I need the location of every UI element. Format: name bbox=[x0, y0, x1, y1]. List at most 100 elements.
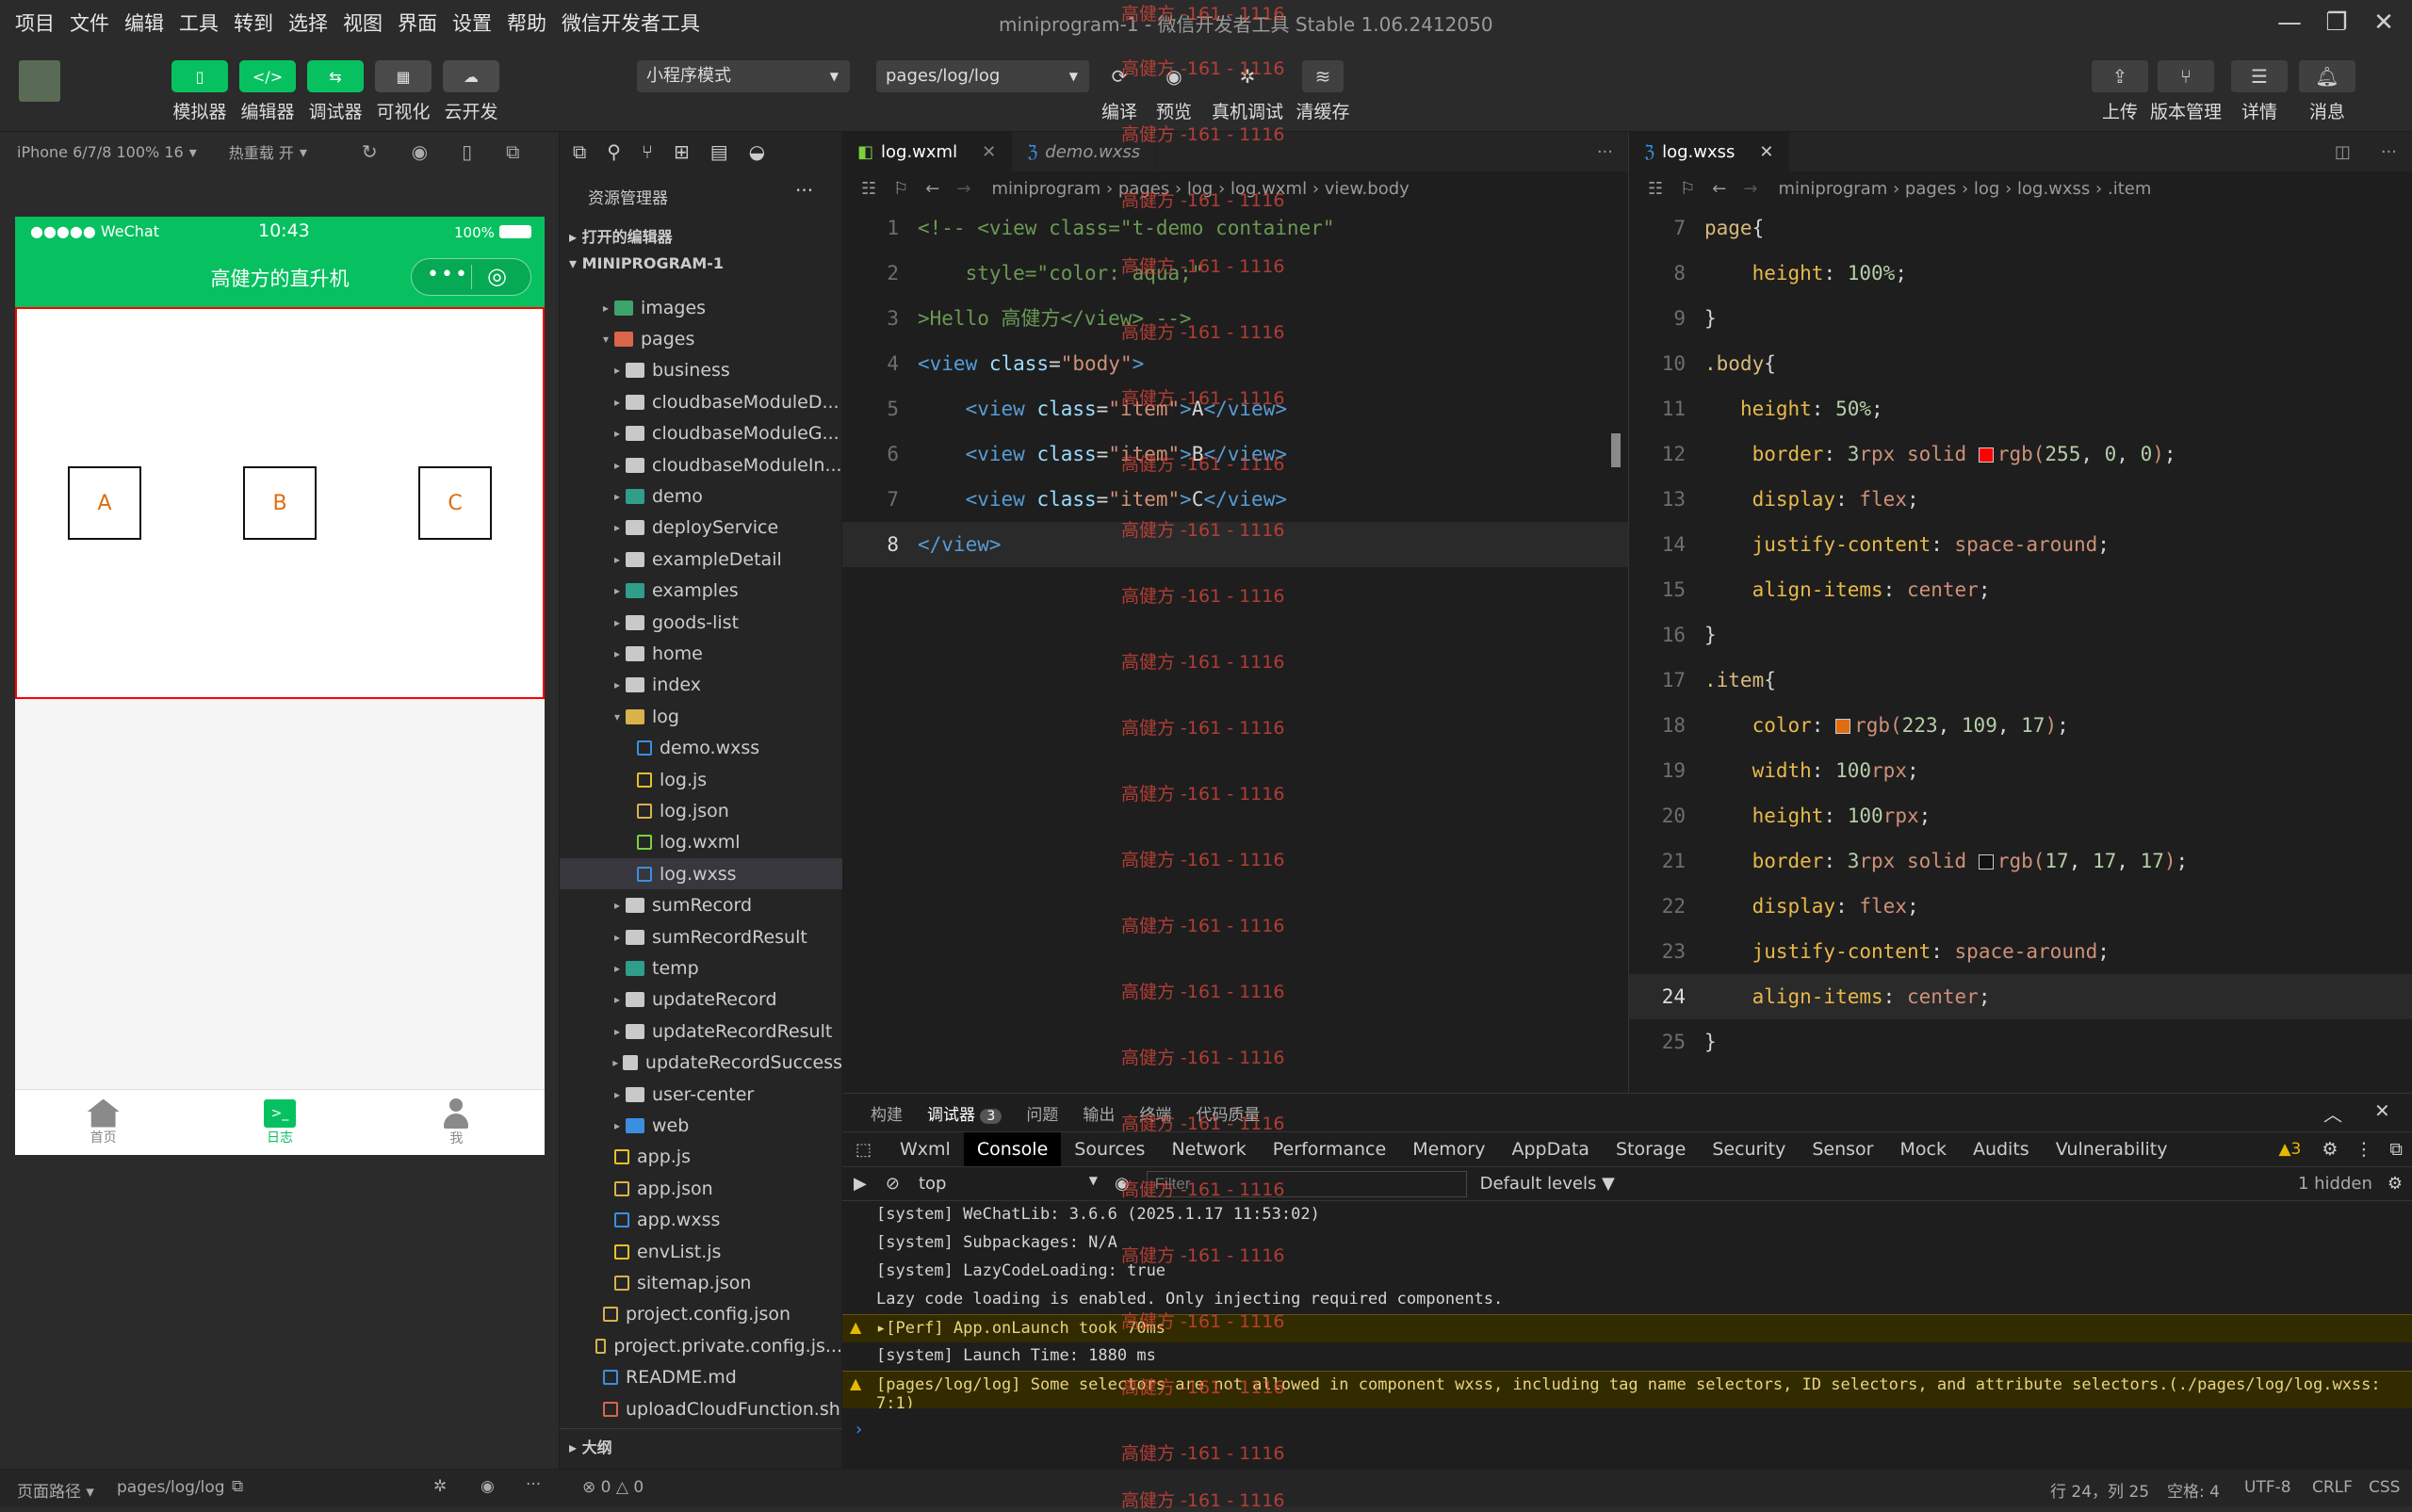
code-line[interactable]: 8 </view> bbox=[842, 522, 1628, 567]
eye-icon[interactable]: ◉ bbox=[481, 1477, 495, 1496]
tree-item[interactable]: ▸ web bbox=[560, 1110, 842, 1141]
chevron-right-icon[interactable]: ▸ bbox=[609, 647, 626, 660]
chevron-right-icon[interactable]: ▸ bbox=[609, 364, 626, 377]
phone-icon[interactable]: ▯ bbox=[462, 140, 472, 163]
outline-header[interactable]: ▸ 大纲 bbox=[560, 1428, 842, 1460]
mode-select[interactable]: 小程序模式 ▼ bbox=[637, 60, 850, 92]
tree-item[interactable]: ▸ sumRecord bbox=[560, 890, 842, 921]
code-area[interactable]: 7 page{8 height: 100%; 9} 10 .body{11 height… bbox=[1629, 205, 2412, 1091]
menu-item[interactable]: 微信开发者工具 bbox=[562, 8, 700, 37]
forward-icon[interactable]: → bbox=[956, 179, 970, 199]
code-line[interactable]: 13 display: flex; bbox=[1629, 477, 2412, 522]
extensions-icon[interactable]: ⊞ bbox=[674, 140, 690, 163]
tree-item[interactable]: log.js bbox=[560, 764, 842, 795]
tab-debugger[interactable]: 调试器 3 bbox=[927, 1101, 1002, 1125]
line-ending[interactable]: CRLF bbox=[2312, 1478, 2353, 1497]
chevron-down-icon[interactable]: ▾ bbox=[300, 143, 307, 161]
layout-icon[interactable]: ▤ bbox=[710, 140, 728, 163]
close-icon[interactable]: ✕ bbox=[982, 142, 996, 162]
code-line[interactable]: 10 .body{ bbox=[1629, 341, 2412, 386]
code-line[interactable]: 1 <!-- <view class="t-demo container" bbox=[842, 205, 1628, 251]
rotate-icon[interactable]: ↻ bbox=[362, 140, 378, 163]
encoding[interactable]: UTF-8 bbox=[2244, 1478, 2291, 1497]
tree-item[interactable]: log.wxml bbox=[560, 827, 842, 858]
code-line[interactable]: 24 align-items: center; bbox=[1629, 974, 2412, 1019]
breadcrumb-item[interactable]: log.wxss bbox=[2017, 179, 2090, 199]
tree-item[interactable]: log.wxss bbox=[560, 858, 842, 890]
code-line[interactable]: 2 style="color: aqua;" bbox=[842, 251, 1628, 296]
back-icon[interactable]: ← bbox=[1712, 179, 1726, 199]
breadcrumb-item[interactable]: miniprogram bbox=[1778, 179, 1887, 199]
console-prompt[interactable]: › bbox=[856, 1420, 862, 1439]
tree-item[interactable]: ▸ images bbox=[560, 292, 842, 323]
tree-item[interactable]: ▸ cloudbaseModuleD... bbox=[560, 386, 842, 417]
dock-icon[interactable]: ⧉ bbox=[2389, 1139, 2403, 1160]
chevron-right-icon[interactable]: ▸ bbox=[609, 490, 626, 503]
gear-icon[interactable]: ⚙ bbox=[2322, 1139, 2338, 1160]
scrollbar-thumb[interactable] bbox=[1611, 433, 1621, 467]
split-editor-icon[interactable]: ◫ bbox=[2320, 132, 2366, 171]
page-path-select[interactable]: 页面路径 ▾ bbox=[17, 1478, 94, 1502]
devtools-subtab[interactable]: Mock bbox=[1886, 1132, 1959, 1166]
search-icon[interactable]: ⚲ bbox=[607, 140, 621, 163]
real-debug-icon[interactable]: ✲ bbox=[1227, 60, 1268, 92]
tab-me[interactable]: 我 bbox=[368, 1090, 545, 1155]
docker-icon[interactable]: ◒ bbox=[749, 140, 765, 163]
levels-select[interactable]: Default levels ▼ bbox=[1480, 1174, 1615, 1194]
chevron-right-icon[interactable]: ▸ bbox=[609, 1119, 626, 1132]
menu-item[interactable]: 设置 bbox=[452, 8, 492, 37]
tree-item[interactable]: ▸ updateRecordResult bbox=[560, 1016, 842, 1047]
code-line[interactable]: 7 <view class="item">C</view> bbox=[842, 477, 1628, 522]
devtools-subtab[interactable]: Wxml bbox=[887, 1132, 964, 1166]
tree-item[interactable]: ▸ demo bbox=[560, 480, 842, 512]
chevron-right-icon[interactable]: ▸ bbox=[609, 899, 626, 912]
code-line[interactable]: 21 border: 3rpx solid rgb(17, 17, 17); bbox=[1629, 838, 2412, 884]
version-icon[interactable]: ⑂ bbox=[2158, 60, 2214, 92]
devtools-subtab[interactable]: AppData bbox=[1498, 1132, 1603, 1166]
visual-toggle-icon[interactable]: ▦ bbox=[375, 60, 432, 92]
minimize-button[interactable]: — bbox=[2271, 6, 2308, 40]
bookmark-icon[interactable]: ⚐ bbox=[893, 179, 908, 199]
editor-toggle-icon[interactable]: </> bbox=[239, 60, 296, 92]
tree-item[interactable]: ▸ home bbox=[560, 638, 842, 669]
chevron-up-icon[interactable]: ︿ bbox=[2323, 1099, 2342, 1127]
devtools-subtab[interactable]: Storage bbox=[1603, 1132, 1699, 1166]
devtools-subtab[interactable]: Audits bbox=[1960, 1132, 2043, 1166]
clear-console-icon[interactable]: ⊘ bbox=[886, 1174, 900, 1194]
tree-item[interactable]: app.js bbox=[560, 1142, 842, 1173]
chevron-right-icon[interactable]: ▸ bbox=[609, 993, 626, 1006]
code-line[interactable]: 25} bbox=[1629, 1019, 2412, 1065]
tree-item[interactable]: ▸ sumRecordResult bbox=[560, 921, 842, 952]
code-line[interactable]: 16} bbox=[1629, 612, 2412, 658]
chevron-right-icon[interactable]: ▸ bbox=[609, 521, 626, 534]
tree-item[interactable]: sitemap.json bbox=[560, 1267, 842, 1298]
language-mode[interactable]: CSS bbox=[2369, 1478, 2400, 1497]
code-line[interactable]: 17 .item{ bbox=[1629, 658, 2412, 703]
tab-log-wxss[interactable]: ℨlog.wxss ✕ bbox=[1629, 132, 1790, 171]
breadcrumb-item[interactable]: pages bbox=[1118, 179, 1169, 199]
breadcrumb-item[interactable]: log bbox=[1974, 179, 1999, 199]
tree-item[interactable]: demo.wxss bbox=[560, 733, 842, 764]
code-area[interactable]: 1 <!-- <view class="t-demo container" 2 st… bbox=[842, 205, 1628, 1091]
breadcrumb-item[interactable]: .item bbox=[2108, 179, 2151, 199]
forward-icon[interactable]: → bbox=[1743, 179, 1757, 199]
tree-item[interactable]: project.config.json bbox=[560, 1299, 842, 1330]
tree-item[interactable]: uploadCloudFunction.sh bbox=[560, 1393, 842, 1424]
chevron-right-icon[interactable]: ▸ bbox=[609, 396, 626, 409]
context-select[interactable]: top ▼ bbox=[919, 1174, 1098, 1194]
menu-item[interactable]: 工具 bbox=[179, 8, 219, 37]
chevron-right-icon[interactable]: ▸ bbox=[609, 1025, 626, 1038]
code-line[interactable]: 14 justify-content: space-around; bbox=[1629, 522, 2412, 567]
code-line[interactable]: 5 <view class="item">A</view> bbox=[842, 386, 1628, 431]
bell-icon[interactable]: 🔔︎ bbox=[2299, 60, 2355, 92]
chevron-right-icon[interactable]: ▸ bbox=[609, 459, 626, 472]
devtools-subtab[interactable]: Performance bbox=[1260, 1132, 1399, 1166]
tab-build[interactable]: 构建 bbox=[871, 1101, 903, 1125]
breadcrumb-item[interactable]: log bbox=[1187, 179, 1213, 199]
git-icon[interactable]: ⑂ bbox=[642, 140, 653, 163]
tree-item[interactable]: ▸ examples bbox=[560, 576, 842, 607]
compile-page-select[interactable]: pages/log/log ▼ bbox=[876, 60, 1089, 92]
tree-item[interactable]: app.wxss bbox=[560, 1205, 842, 1236]
chevron-right-icon[interactable]: ▸ bbox=[609, 584, 626, 597]
more-icon[interactable]: ••• bbox=[427, 263, 469, 286]
